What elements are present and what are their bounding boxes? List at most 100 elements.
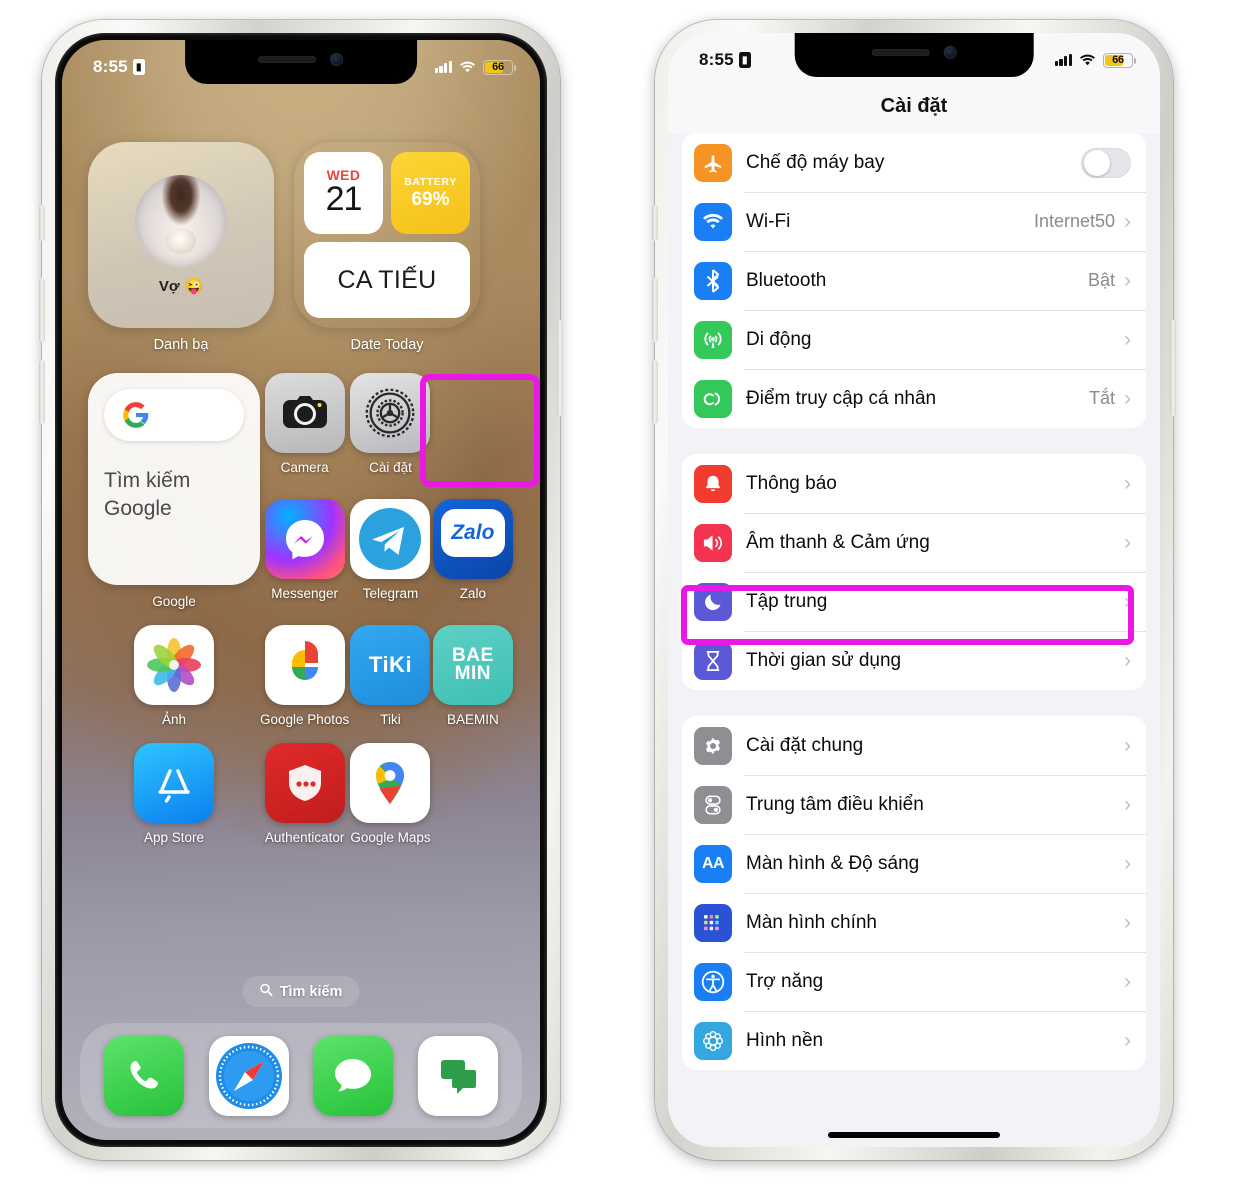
settings-row-label: Trợ năng — [746, 970, 824, 992]
app-baemin-label: BAEMIN — [446, 712, 499, 727]
messenger-icon — [264, 499, 345, 579]
settings-row-wifi[interactable]: Wi-Fi Internet50 › — [682, 192, 1146, 251]
contact-name-row: Vợ 😜 — [158, 277, 204, 296]
zalo-icon: Zalo — [432, 499, 513, 579]
settings-row-bluetooth[interactable]: Bluetooth Bật › — [682, 251, 1146, 310]
contacts-widget-label: Danh bạ — [153, 337, 209, 353]
settings-row-label: Thời gian sử dụng — [746, 649, 902, 671]
tiki-icon: TiKi — [350, 625, 431, 705]
chevron-right-icon: › — [1124, 387, 1131, 410]
settings-row-cellular[interactable]: Di động › — [682, 310, 1146, 369]
battery-tile[interactable]: BATTERY 69% — [391, 152, 470, 234]
settings-list[interactable]: Chế độ máy bay Wi-Fi Internet50 › Blueto… — [668, 133, 1160, 1147]
page-title: Cài đặt — [668, 79, 1160, 133]
mute-switch-button[interactable] — [39, 205, 45, 241]
date-widget-bottom-text: CA TIẾU — [337, 265, 437, 294]
settings-row-label: Thông báo — [746, 472, 837, 494]
app-store-icon — [134, 743, 214, 823]
app-settings-label: Cài đặt — [369, 460, 412, 475]
contacts-widget[interactable]: Vợ 😜 — [88, 142, 274, 328]
airplane-mode-toggle[interactable] — [1081, 147, 1131, 178]
settings-row-value: Internet50 — [1033, 211, 1115, 231]
app-google-photos[interactable]: Google Photos — [260, 625, 349, 727]
settings-row-general[interactable]: Cài đặt chung › — [682, 716, 1146, 775]
settings-row-airplane-mode[interactable]: Chế độ máy bay — [682, 133, 1146, 192]
settings-row-label: Màn hình chính — [746, 911, 877, 933]
settings-row-personal-hotspot[interactable]: Điểm truy cập cá nhân Tắt › — [682, 369, 1146, 428]
gear-icon — [694, 726, 732, 765]
dock-safari-icon[interactable] — [208, 1035, 289, 1116]
bluetooth-icon — [694, 261, 732, 300]
settings-row-control-center[interactable]: Trung tâm điều khiển › — [682, 775, 1146, 834]
google-search-widget[interactable]: Tìm kiếm Google — [88, 373, 260, 585]
app-camera[interactable]: Camera — [260, 373, 349, 483]
power-button[interactable] — [557, 320, 563, 416]
control-toggles-icon — [694, 785, 732, 824]
widget-row: Vợ 😜 Danh bạ WED 21 BATTERY 69% CA TIẾU … — [88, 142, 514, 353]
contact-emoji: 😜 — [184, 278, 204, 295]
google-g-icon — [123, 402, 149, 428]
google-search-pill[interactable] — [104, 389, 244, 441]
hourglass-icon — [694, 641, 732, 680]
settings-row-label: Wi-Fi — [746, 210, 791, 232]
cellular-antenna-icon — [694, 320, 732, 359]
app-baemin[interactable]: BAE MIN BAEMIN — [432, 625, 514, 727]
settings-row-display-brightness[interactable]: AA Màn hình & Độ sáng › — [682, 834, 1146, 893]
app-authenticator[interactable]: Authenticator — [260, 743, 349, 845]
date-widget-bottom-tile[interactable]: CA TIẾU — [304, 242, 470, 318]
phone-left-home-screen: 8:55 ▮ 66 Vợ 😜 Danh bạ WED 21 BATTERY 69… — [39, 20, 563, 1160]
date-today-widget[interactable]: WED 21 BATTERY 69% CA TIẾU — [294, 142, 480, 328]
app-settings[interactable]: Cài đặt — [349, 373, 431, 483]
settings-row-focus[interactable]: Tập trung › — [682, 572, 1146, 631]
app-zalo[interactable]: Zalo Zalo — [432, 499, 514, 609]
phone-bezel-right: 8:55 ▮ 66 Cài đặt Chế độ máy bay Wi-Fi I… — [668, 33, 1160, 1147]
status-time-right: 8:55 — [699, 50, 734, 69]
volume-up-button-right[interactable] — [652, 278, 658, 342]
dock-messages-icon[interactable] — [313, 1035, 394, 1116]
home-screen-content: Vợ 😜 Danh bạ WED 21 BATTERY 69% CA TIẾU … — [62, 40, 540, 1140]
settings-row-screen-time[interactable]: Thời gian sử dụng › — [682, 631, 1146, 690]
settings-row-label: Âm thanh & Cảm ứng — [746, 531, 930, 553]
chevron-right-icon: › — [1124, 328, 1131, 351]
battery-indicator: 66 — [483, 59, 516, 75]
chevron-right-icon: › — [1124, 531, 1131, 554]
settings-row-accessibility[interactable]: Trợ năng › — [682, 952, 1146, 1011]
power-button-right[interactable] — [1170, 320, 1176, 416]
settings-group-connectivity: Chế độ máy bay Wi-Fi Internet50 › Blueto… — [682, 133, 1146, 428]
settings-row-home-screen[interactable]: Màn hình chính › — [682, 893, 1146, 952]
home-search-pill[interactable]: Tìm kiếm — [242, 976, 360, 1007]
battery-tile-title: BATTERY — [404, 175, 457, 188]
mute-switch-button-right[interactable] — [652, 205, 658, 241]
wifi-icon — [694, 202, 732, 241]
battery-percent-right: 66 — [1112, 54, 1124, 66]
wallpaper-flower-icon — [694, 1021, 732, 1060]
app-app-store[interactable]: App Store — [88, 743, 260, 845]
dock-chat-icon[interactable] — [417, 1035, 498, 1116]
volume-up-button[interactable] — [39, 278, 45, 342]
google-search-line1: Tìm kiếm — [104, 469, 191, 492]
dock-phone-icon[interactable] — [104, 1035, 185, 1116]
volume-down-button-right[interactable] — [652, 360, 658, 424]
airplane-icon — [694, 143, 732, 182]
app-photos-label: Ảnh — [161, 712, 187, 727]
wifi-icon-right — [1079, 54, 1096, 66]
settings-row-notifications[interactable]: Thông báo › — [682, 454, 1146, 513]
status-bar-right: 66 — [434, 59, 516, 75]
app-tiki[interactable]: TiKi Tiki — [349, 625, 431, 727]
settings-row-sounds-haptics[interactable]: Âm thanh & Cảm ứng › — [682, 513, 1146, 572]
app-messenger[interactable]: Messenger — [260, 499, 349, 609]
battery-tip-right — [1133, 57, 1136, 64]
calendar-tile[interactable]: WED 21 — [304, 152, 383, 234]
chevron-right-icon: › — [1124, 649, 1131, 672]
app-telegram[interactable]: Telegram — [349, 499, 431, 609]
search-icon — [260, 983, 273, 1000]
photos-icon — [134, 625, 214, 705]
contact-name: Vợ — [158, 277, 180, 295]
app-google-maps-label: Google Maps — [350, 830, 431, 845]
chevron-right-icon: › — [1124, 269, 1131, 292]
wifi-icon — [459, 61, 476, 73]
volume-down-button[interactable] — [39, 360, 45, 424]
settings-row-wallpaper[interactable]: Hình nền › — [682, 1011, 1146, 1070]
app-photos[interactable]: Ảnh — [88, 625, 260, 727]
app-google-maps[interactable]: Google Maps — [349, 743, 431, 845]
